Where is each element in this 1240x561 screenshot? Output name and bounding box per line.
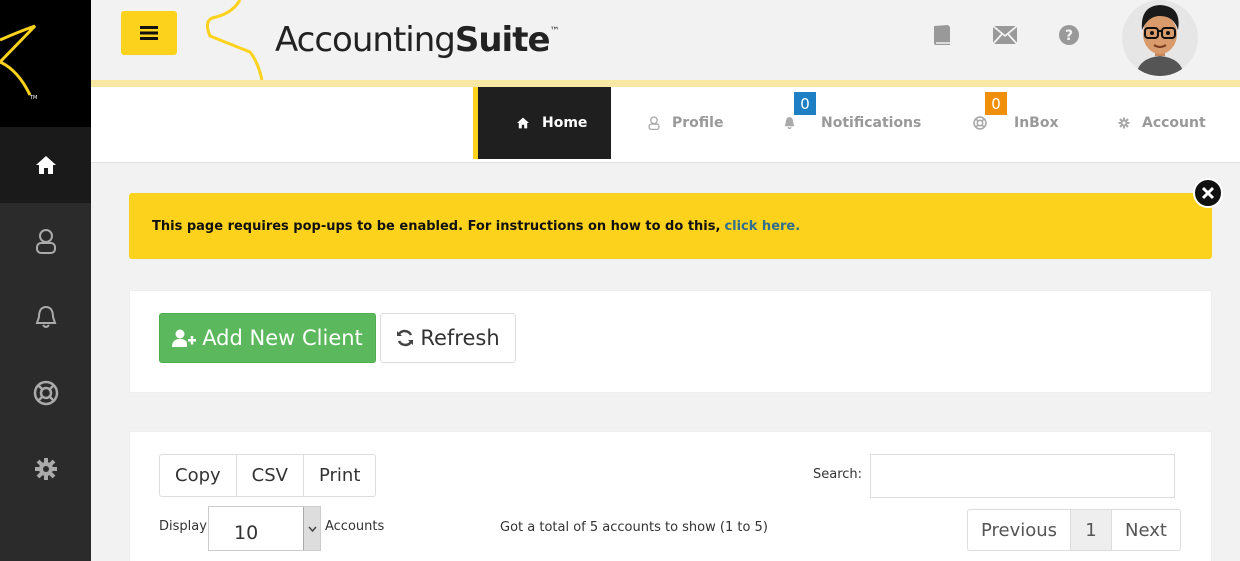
bell-icon [35, 305, 56, 328]
alert-link[interactable]: click here. [724, 219, 800, 234]
csv-button[interactable]: CSV [237, 455, 304, 496]
logo-trademark: ™ [549, 26, 560, 37]
add-new-client-button[interactable]: Add New Client [159, 313, 376, 363]
svg-text:?: ? [1065, 28, 1073, 44]
logo-bold: Suite [454, 20, 551, 60]
menu-toggle-button[interactable] [121, 11, 177, 55]
lightning-logo-icon: TM [0, 24, 37, 101]
close-icon [1201, 186, 1215, 200]
table-info-text: Got a total of 5 accounts to show (1 to … [500, 520, 768, 535]
tab-account[interactable]: Account [1118, 87, 1206, 159]
alert-close-button[interactable] [1193, 178, 1223, 208]
app-logo-text: AccountingSuite™ [275, 20, 560, 60]
sidebar-item-profile[interactable] [0, 203, 91, 279]
popup-warning-alert: This page requires pop-ups to be enabled… [129, 193, 1212, 259]
tab-account-label: Account [1142, 115, 1206, 131]
header-accent-bar [91, 80, 1240, 87]
display-label: Display [159, 519, 207, 534]
mail-button[interactable] [993, 23, 1017, 47]
tab-home[interactable]: Home [473, 87, 611, 159]
sidebar-item-home[interactable] [0, 127, 91, 203]
user-icon [35, 229, 56, 254]
next-page-button[interactable]: Next [1112, 510, 1180, 550]
home-icon [517, 117, 529, 129]
gear-icon [34, 458, 57, 480]
page-size-value: 10 [234, 522, 259, 544]
user-plus-icon [172, 329, 197, 347]
sidebar: TM [0, 0, 91, 561]
page-size-select[interactable]: 10 [208, 506, 321, 551]
avatar-image-icon [1122, 0, 1198, 76]
sidebar-item-settings[interactable] [0, 431, 91, 507]
tab-profile-label: Profile [672, 115, 724, 131]
gear-icon [1118, 117, 1130, 129]
tab-notifications-label: Notifications [821, 115, 922, 131]
inbox-count-badge: 0 [985, 92, 1007, 115]
hamburger-icon [140, 26, 158, 40]
user-avatar[interactable] [1122, 0, 1198, 76]
book-button[interactable] [930, 23, 954, 47]
tab-inbox-label: InBox [1014, 115, 1059, 131]
question-circle-icon: ? [1059, 25, 1079, 45]
chevron-down-icon [303, 507, 320, 550]
refresh-button[interactable]: Refresh [380, 313, 516, 363]
logo-regular: Accounting [275, 20, 456, 60]
pagination: Previous 1 Next [967, 509, 1181, 551]
envelope-icon [993, 26, 1017, 44]
bell-icon [784, 117, 795, 130]
sidebar-item-support[interactable] [0, 355, 91, 431]
export-button-group: Copy CSV Print [159, 454, 377, 497]
sidebar-logo: TM [0, 0, 91, 127]
svg-text:TM: TM [29, 95, 37, 101]
previous-page-button[interactable]: Previous [968, 510, 1071, 550]
refresh-icon [397, 329, 414, 347]
tab-home-label: Home [542, 115, 588, 131]
search-input[interactable] [870, 454, 1175, 498]
sidebar-item-notifications[interactable] [0, 279, 91, 355]
help-button[interactable]: ? [1057, 23, 1081, 47]
home-icon [35, 156, 56, 174]
copy-button[interactable]: Copy [160, 455, 237, 496]
add-new-client-label: Add New Client [202, 326, 363, 350]
print-button[interactable]: Print [304, 455, 375, 496]
user-icon [648, 116, 660, 130]
notifications-count-badge: 0 [794, 92, 816, 115]
refresh-label: Refresh [420, 326, 500, 350]
current-page-button[interactable]: 1 [1071, 510, 1112, 550]
search-label: Search: [813, 467, 863, 482]
alert-text: This page requires pop-ups to be enabled… [152, 218, 721, 234]
tab-profile[interactable]: Profile [648, 87, 723, 159]
lifebuoy-icon [33, 380, 58, 406]
book-icon [934, 25, 950, 45]
lifebuoy-icon [973, 116, 987, 130]
accounts-label: Accounts [325, 519, 385, 534]
